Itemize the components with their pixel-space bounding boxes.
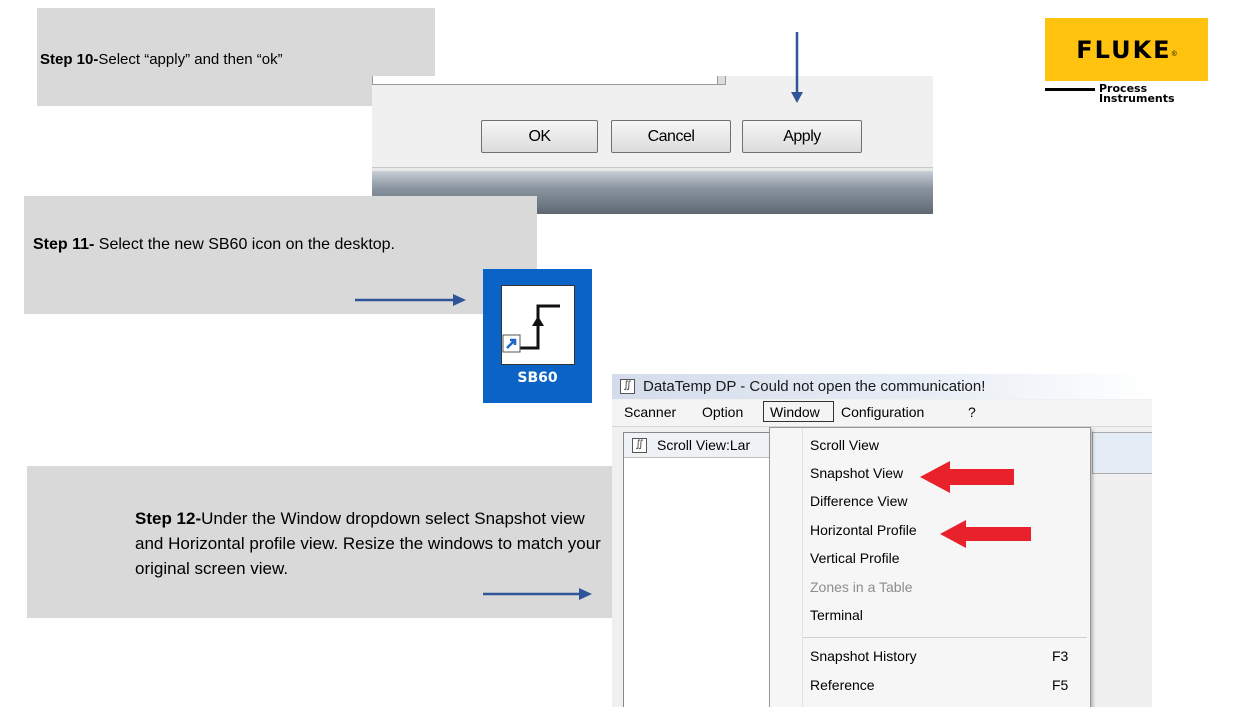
down-arrow-icon — [791, 32, 803, 103]
dialog-button-strip: OK Cancel Apply — [372, 76, 933, 214]
step11-text: Step 11- Select the new SB60 icon on the… — [33, 236, 395, 254]
sb60-app-icon — [501, 285, 575, 365]
shortcut-snapshot-history: F3 — [1052, 648, 1069, 664]
menu-help[interactable]: ? — [968, 404, 976, 420]
scroll-view-title-bar[interactable]: ∬ Scroll View:Lar — [624, 433, 784, 458]
app-window-icon: ∬ — [620, 379, 635, 394]
menu-scanner[interactable]: Scanner — [624, 404, 676, 420]
background-child-window[interactable] — [1092, 432, 1152, 474]
red-arrow-icon — [920, 461, 1014, 493]
menu-window[interactable]: Window — [770, 404, 820, 420]
menu-option[interactable]: Option — [702, 404, 743, 420]
sb60-desktop-icon[interactable]: SB60 — [483, 269, 592, 403]
logo-wordmark: FLUKE — [1076, 35, 1172, 64]
logo-subtitle: Process Instruments — [1099, 83, 1175, 105]
shortcut-reference: F5 — [1052, 677, 1069, 693]
scroll-view-title: Scroll View:Lar — [657, 437, 751, 453]
dialog-text-field[interactable] — [372, 76, 719, 85]
app-title: DataTemp DP - Could not open the communi… — [643, 378, 986, 395]
step12-text: Step 12-Under the Window dropdown select… — [135, 506, 610, 581]
step11-body: Select the new SB60 icon on the desktop. — [94, 236, 395, 253]
menu-item-snapshot-view[interactable]: Snapshot View — [810, 465, 903, 481]
logo-subtitle-line2: Instruments — [1099, 92, 1175, 105]
step12-body: Under the Window dropdown select Snapsho… — [135, 509, 601, 578]
ok-button[interactable]: OK — [481, 120, 598, 153]
app-title-bar[interactable]: ∬ DataTemp DP - Could not open the commu… — [612, 374, 1152, 399]
red-arrow-icon — [940, 520, 1031, 548]
menu-item-snapshot-history[interactable]: Snapshot History — [810, 648, 917, 664]
step11-bold: Step 11- — [33, 236, 95, 253]
datatemp-app-window: ∬ DataTemp DP - Could not open the commu… — [612, 374, 1152, 707]
step12-bold: Step 12- — [135, 509, 202, 528]
child-window-icon: ∬ — [632, 438, 647, 453]
menu-item-difference-view[interactable]: Difference View — [810, 493, 908, 509]
sb60-label: SB60 — [517, 370, 558, 386]
menu-item-scroll-view[interactable]: Scroll View — [810, 437, 879, 453]
menu-icon-gutter — [802, 428, 803, 707]
dialog-field-scrollbar[interactable] — [717, 76, 726, 85]
step10-text: Step 10-Select “apply” and then “ok” — [40, 51, 283, 68]
cancel-button[interactable]: Cancel — [611, 120, 731, 153]
menu-item-reference[interactable]: Reference — [810, 677, 875, 693]
step10-body: Select “apply” and then “ok” — [98, 51, 283, 68]
menu-item-vertical-profile[interactable]: Vertical Profile — [810, 550, 899, 566]
menu-item-horizontal-profile[interactable]: Horizontal Profile — [810, 522, 917, 538]
right-arrow-icon — [483, 588, 592, 600]
menu-separator — [803, 637, 1087, 638]
menu-item-terminal[interactable]: Terminal — [810, 607, 863, 623]
right-arrow-icon — [355, 294, 466, 306]
app-menu-bar: Scanner Option Window Configuration ? — [612, 400, 1152, 427]
scroll-view-child-window[interactable]: ∬ Scroll View:Lar — [623, 432, 785, 707]
apply-button[interactable]: Apply — [742, 120, 862, 153]
logo-trademark: ® — [1171, 51, 1177, 58]
menu-configuration[interactable]: Configuration — [841, 404, 924, 420]
step-function-icon — [502, 304, 560, 353]
step10-bold: Step 10- — [40, 51, 99, 68]
menu-item-zones-in-a-table: Zones in a Table — [810, 579, 913, 595]
fluke-logo: FLUKE ® — [1045, 18, 1208, 81]
logo-rule — [1045, 88, 1095, 91]
